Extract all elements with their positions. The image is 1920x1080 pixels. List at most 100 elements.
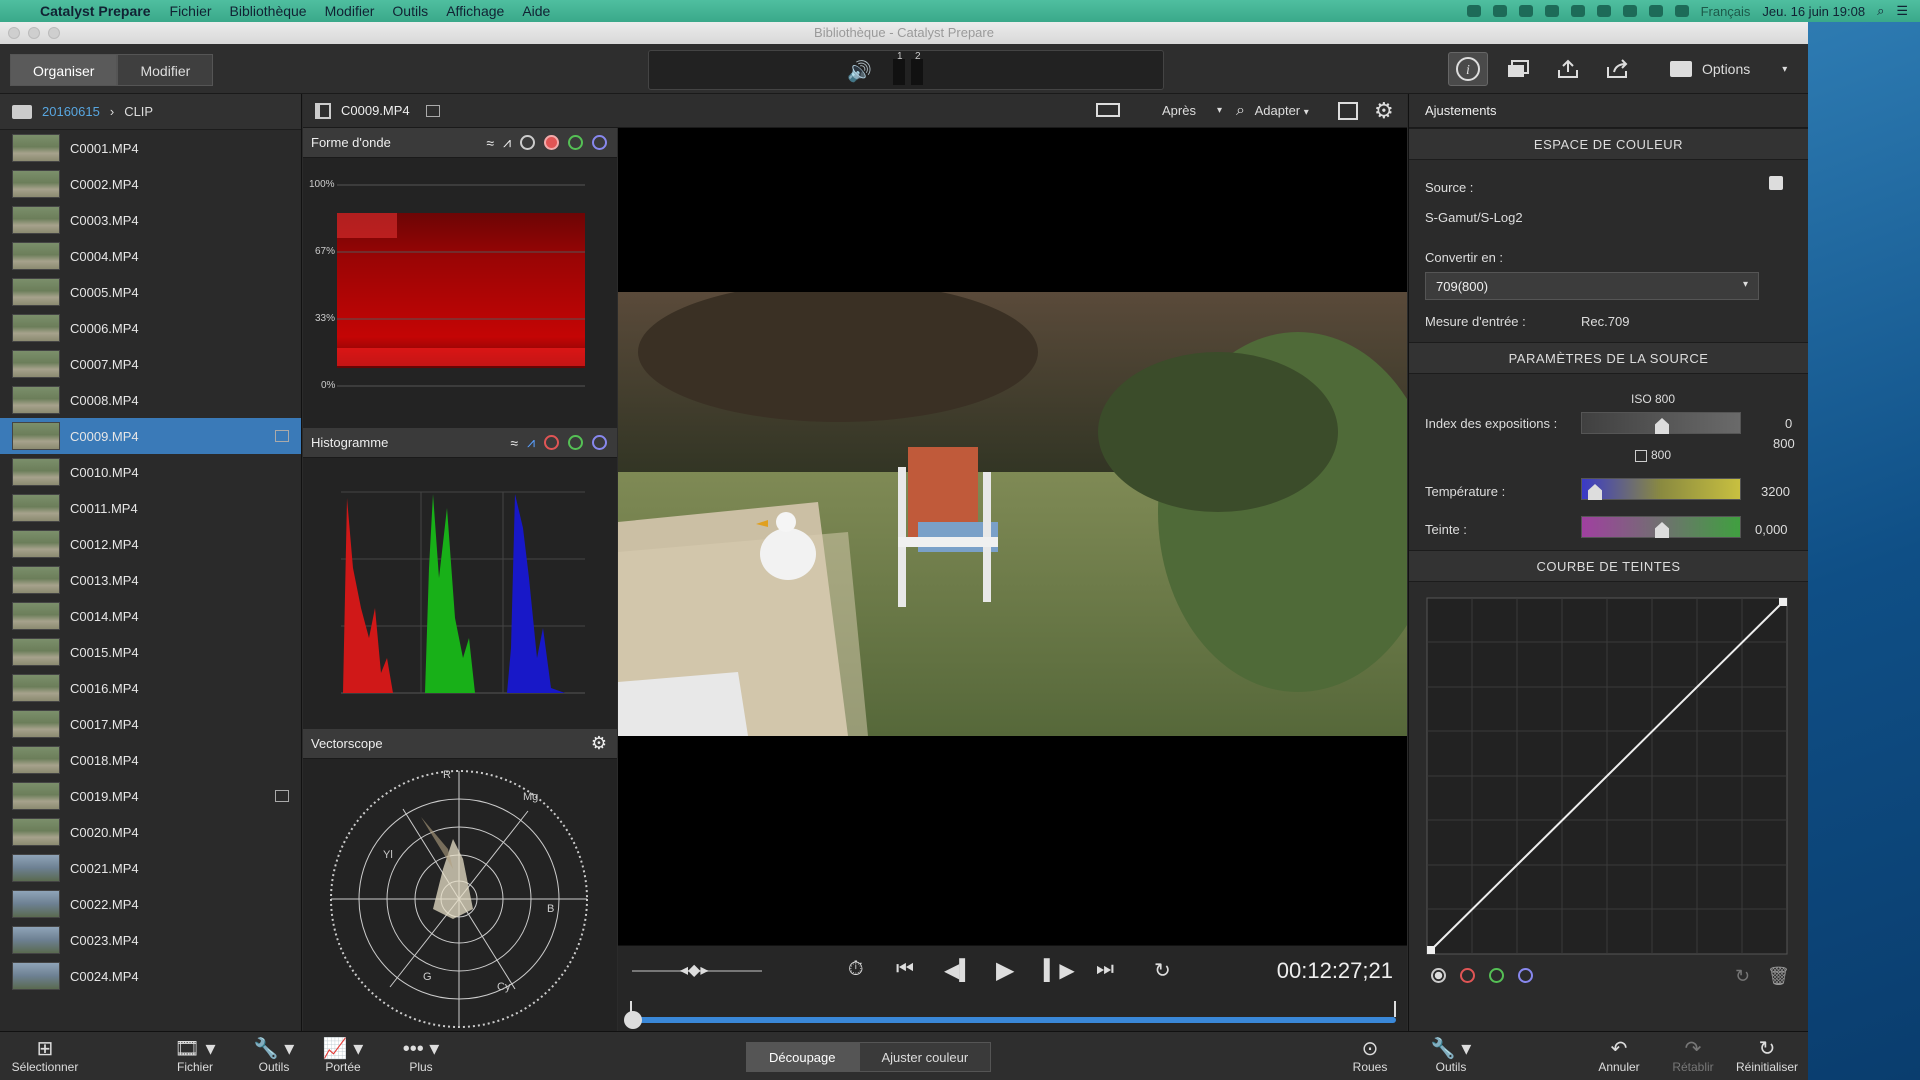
menu-bibliotheque[interactable]: Bibliothèque [221, 3, 316, 19]
waveform-mode-icon[interactable]: ≈ [486, 135, 494, 151]
out-point-marker[interactable] [1394, 1001, 1396, 1017]
clip-row[interactable]: C0023.MP4 [0, 922, 301, 958]
convert-dropdown[interactable]: 709(800) ▾ [1425, 272, 1759, 300]
tint-slider[interactable] [1581, 516, 1741, 538]
select-button[interactable]: ⊞ Sélectionner [10, 1038, 80, 1074]
close-button[interactable] [8, 27, 20, 39]
clip-row[interactable]: C0024.MP4 [0, 958, 301, 994]
green-channel-toggle[interactable] [568, 135, 583, 150]
temperature-slider[interactable] [1581, 478, 1741, 500]
tone-curve-graph[interactable] [1409, 582, 1809, 962]
collapse-panel-icon[interactable] [315, 102, 331, 119]
share-icon[interactable] [1598, 52, 1638, 86]
breadcrumb-date[interactable]: 20160615 [42, 104, 100, 119]
breadcrumb-clip[interactable]: CLIP [124, 104, 153, 119]
clip-row[interactable]: C0014.MP4 [0, 598, 301, 634]
hist-blue-toggle[interactable] [592, 435, 607, 450]
blue-channel-toggle[interactable] [592, 135, 607, 150]
info-icon[interactable]: i [1448, 52, 1488, 86]
file-button[interactable]: 🎞 ▾ Fichier [170, 1038, 220, 1074]
clip-row[interactable]: C0022.MP4 [0, 886, 301, 922]
notification-center-icon[interactable]: ☰ [1896, 3, 1908, 19]
clip-row[interactable]: C0002.MP4 [0, 166, 301, 202]
menu-fichier[interactable]: Fichier [161, 3, 221, 19]
overlay-mode-icon[interactable]: ≈ [510, 435, 518, 451]
tint-slider-thumb[interactable] [1655, 522, 1669, 538]
volume-icon[interactable] [1622, 5, 1637, 17]
input-source[interactable]: Français [1701, 4, 1751, 19]
copy-to-icon[interactable] [1498, 52, 1538, 86]
clip-row[interactable]: C0016.MP4 [0, 670, 301, 706]
reset-button[interactable]: ↻ Réinitialiser [1732, 1038, 1802, 1074]
dropbox-icon[interactable] [1466, 5, 1481, 17]
timeline-track[interactable] [630, 1017, 1396, 1023]
go-to-start-icon[interactable]: ⏮ [896, 958, 914, 981]
metadata-icon[interactable] [275, 790, 289, 802]
timer-icon[interactable]: ⏱ [848, 958, 864, 981]
clip-row[interactable]: C0011.MP4 [0, 490, 301, 526]
clip-row[interactable]: C0005.MP4 [0, 274, 301, 310]
clip-row[interactable]: C0001.MP4 [0, 130, 301, 166]
metadata-icon[interactable] [275, 430, 289, 442]
clip-row[interactable]: C0006.MP4 [0, 310, 301, 346]
fullscreen-icon[interactable] [1338, 102, 1358, 120]
curve-luma-toggle[interactable] [1431, 968, 1446, 983]
parade-mode-icon-hist[interactable]: ⩘ [527, 434, 535, 451]
zoom-button[interactable] [48, 27, 60, 39]
clip-row[interactable]: C0020.MP4 [0, 814, 301, 850]
folder-icon[interactable] [12, 104, 32, 119]
wifi-icon[interactable] [1674, 5, 1689, 17]
undo-button[interactable]: ↶ Annuler [1594, 1038, 1644, 1074]
tab-ajuster-couleur[interactable]: Ajuster couleur [858, 1042, 992, 1072]
clip-row[interactable]: C0007.MP4 [0, 346, 301, 382]
hist-red-toggle[interactable] [544, 435, 559, 450]
cloud-icon[interactable] [1518, 5, 1533, 17]
luma-channel-toggle[interactable] [520, 135, 535, 150]
viewer-settings-gear-icon[interactable]: ⚙ [1374, 98, 1394, 124]
clip-row[interactable]: C0009.MP4 [0, 418, 301, 454]
menu-app-name[interactable]: Catalyst Prepare [40, 3, 161, 19]
exposure-slider-thumb[interactable] [1655, 418, 1669, 434]
speaker-icon[interactable]: 🔊 [847, 59, 872, 84]
jog-handle-icon[interactable]: ◂◆▸ [680, 960, 708, 980]
go-to-end-icon[interactable]: ⏭ [1096, 958, 1114, 981]
curve-green-toggle[interactable] [1489, 968, 1504, 983]
curve-red-toggle[interactable] [1460, 968, 1475, 983]
wheels-button[interactable]: ⊙ Roues [1350, 1038, 1390, 1074]
scope-button[interactable]: 📈 ▾ Portée [318, 1038, 368, 1074]
mode-modifier-button[interactable]: Modifier [117, 54, 214, 86]
lock-icon[interactable] [1570, 5, 1585, 17]
minimize-button[interactable] [28, 27, 40, 39]
clip-row[interactable]: C0018.MP4 [0, 742, 301, 778]
redo-button[interactable]: ↷ Rétablir [1668, 1038, 1718, 1074]
clip-row[interactable]: C0003.MP4 [0, 202, 301, 238]
gear-icon[interactable]: ⚙ [591, 733, 607, 754]
clip-row[interactable]: C0015.MP4 [0, 634, 301, 670]
clip-row[interactable]: C0013.MP4 [0, 562, 301, 598]
adjust-tools-button[interactable]: 🔧 ▾ Outils [1426, 1038, 1476, 1074]
trash-icon[interactable]: 🗑 [1767, 966, 1790, 987]
mode-organiser-button[interactable]: Organiser [10, 54, 118, 86]
red-channel-toggle[interactable] [544, 135, 559, 150]
parade-mode-icon[interactable]: ⩘ [503, 134, 511, 151]
clip-row[interactable]: C0019.MP4 [0, 778, 301, 814]
zoom-select[interactable]: ⌕ Adapter ▾ [1230, 94, 1322, 128]
loop-icon[interactable]: ↻ [1154, 958, 1171, 983]
spotlight-icon[interactable]: ⌕ [1877, 3, 1884, 19]
lock-icon[interactable] [1769, 176, 1783, 190]
metadata-icon[interactable] [425, 104, 440, 117]
aspect-icon[interactable] [1096, 103, 1120, 117]
time-machine-icon[interactable] [1596, 5, 1611, 17]
clip-row[interactable]: C0004.MP4 [0, 238, 301, 274]
exposure-slider[interactable] [1581, 412, 1741, 434]
sync-icon[interactable] [1492, 5, 1507, 17]
play-icon[interactable]: ▶ [996, 956, 1014, 985]
more-button[interactable]: ••• ▾ Plus [396, 1038, 446, 1074]
menu-affichage[interactable]: Affichage [437, 3, 513, 19]
menu-outils[interactable]: Outils [383, 3, 437, 19]
tab-decoupage[interactable]: Découpage [746, 1042, 859, 1072]
hist-green-toggle[interactable] [568, 435, 583, 450]
clip-row[interactable]: C0017.MP4 [0, 706, 301, 742]
video-frame[interactable] [618, 292, 1407, 736]
curve-blue-toggle[interactable] [1518, 968, 1533, 983]
